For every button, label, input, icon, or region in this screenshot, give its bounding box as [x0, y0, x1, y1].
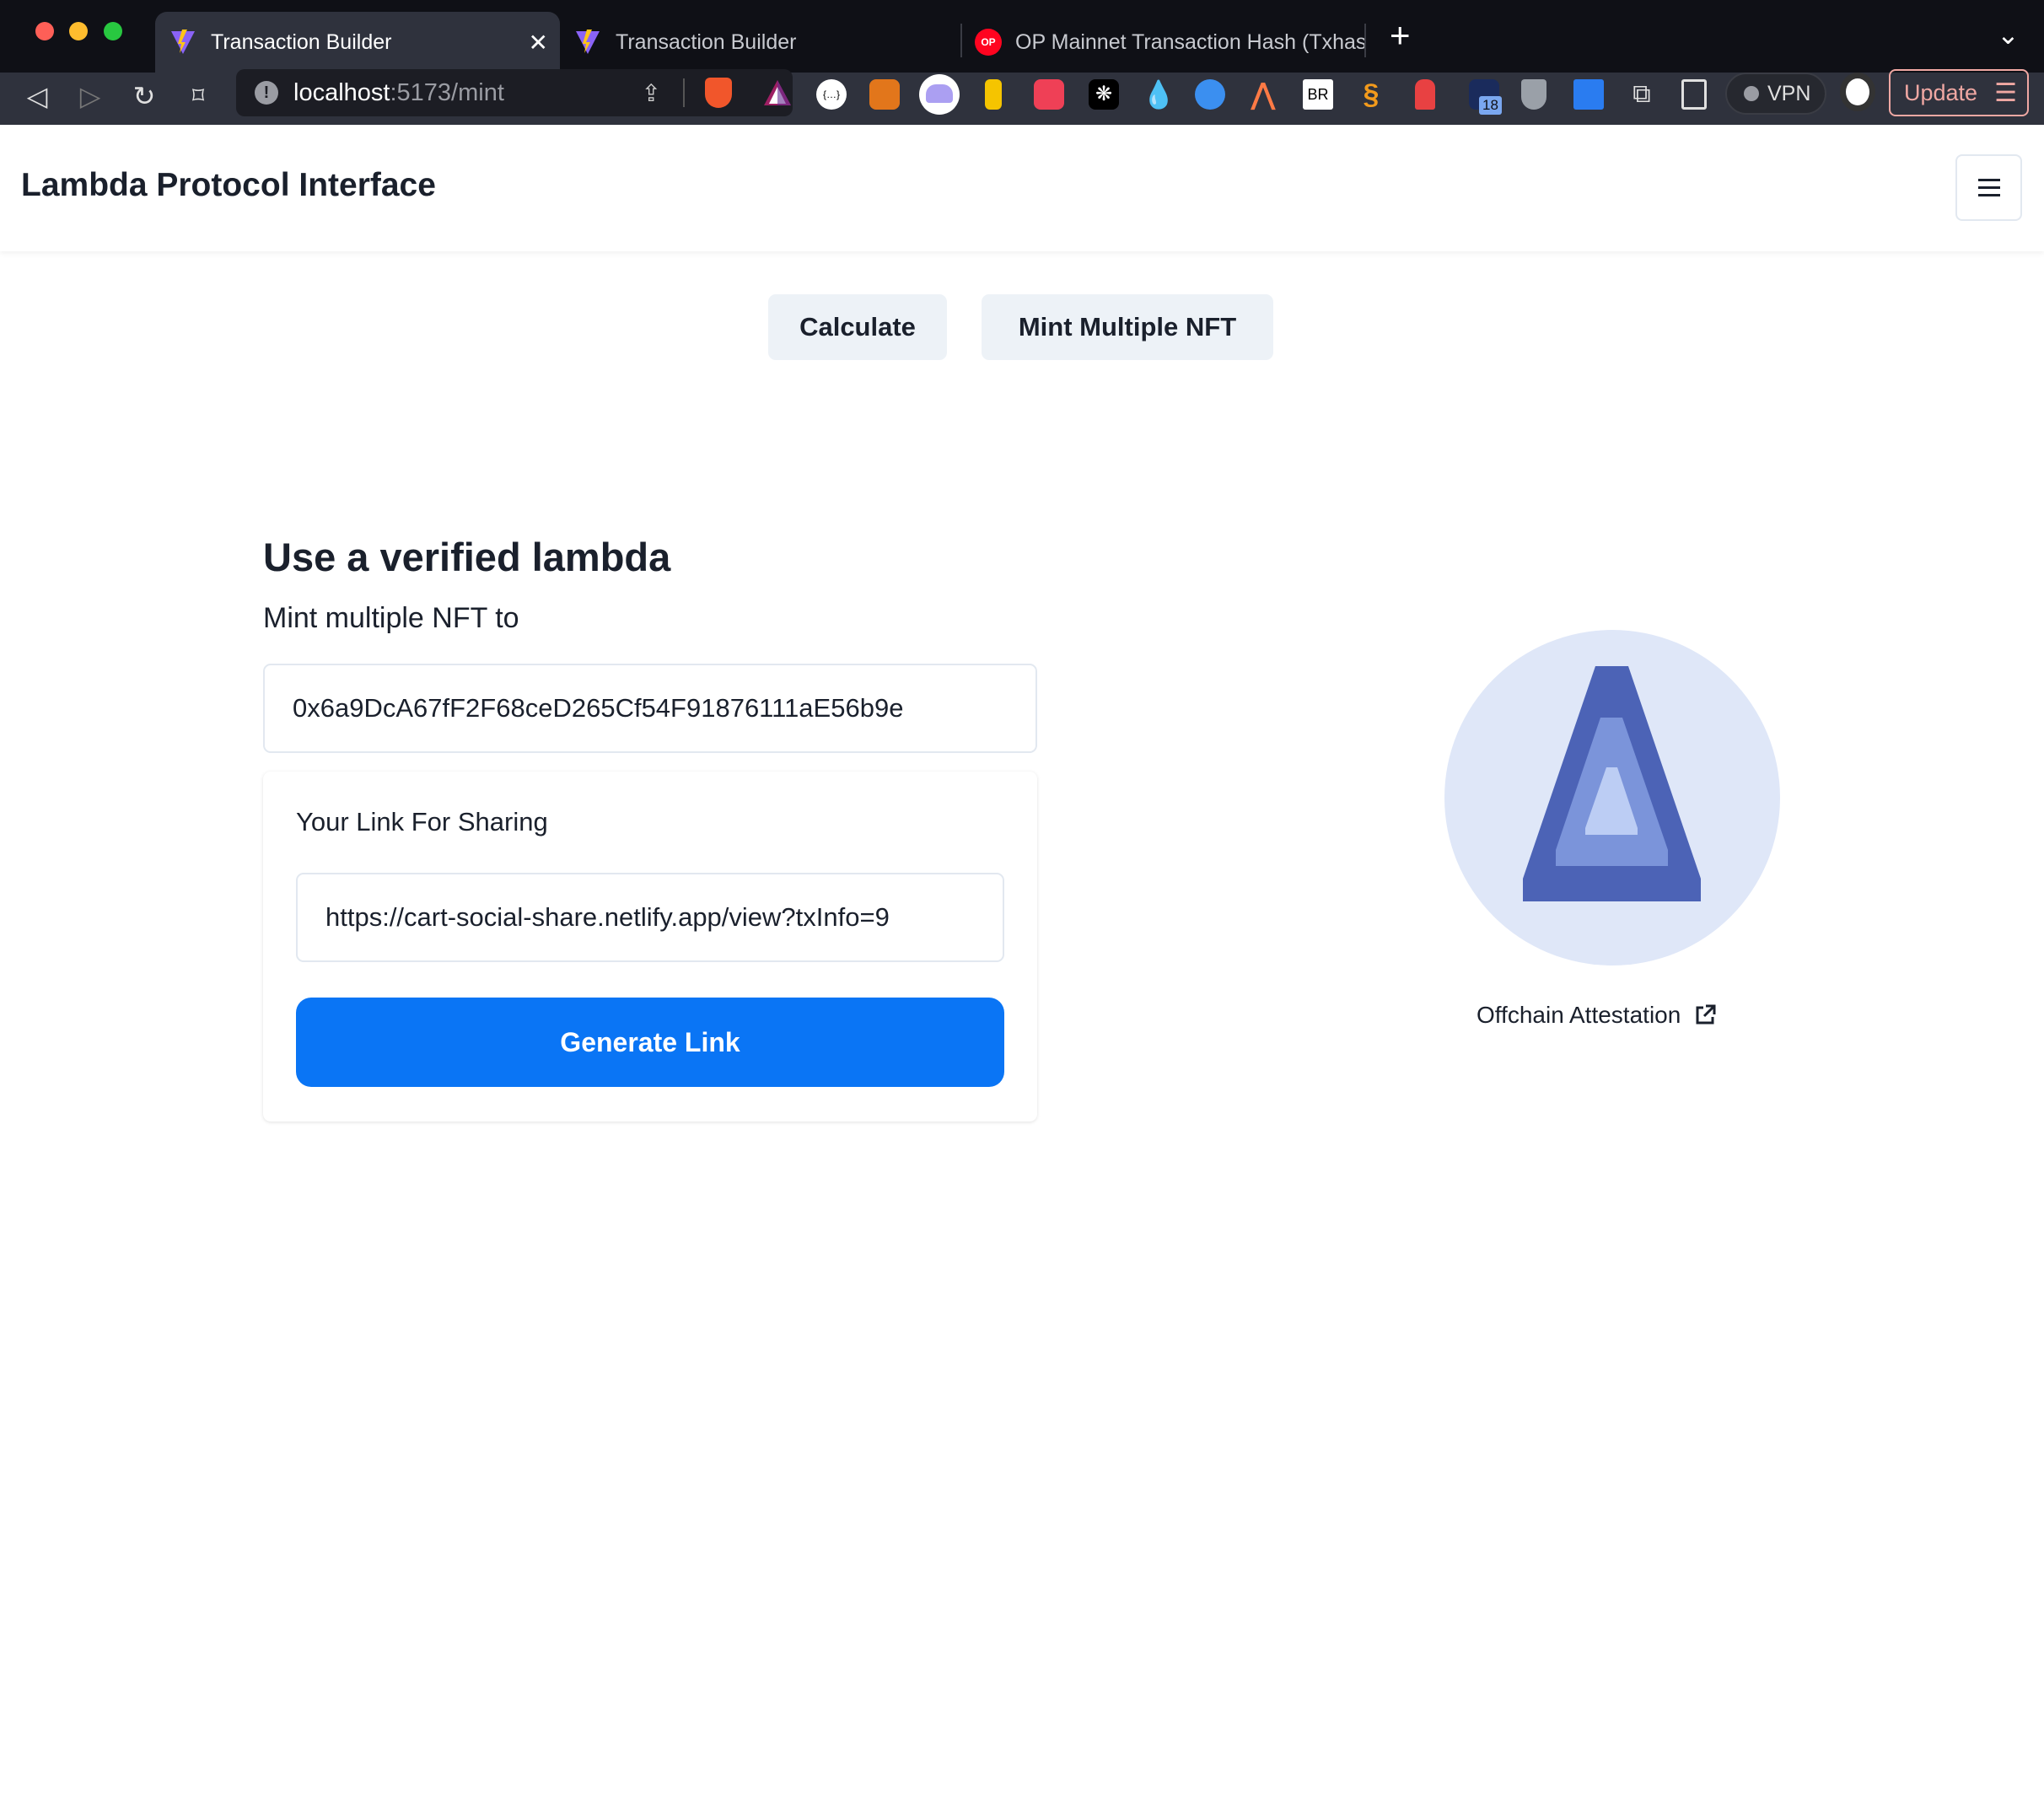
json-icon[interactable]: {…} [816, 79, 847, 110]
tab-op-mainnet[interactable]: OP OP Mainnet Transaction Hash (Txhas [961, 12, 1366, 73]
share-link-label: Your Link For Sharing [296, 807, 548, 836]
maximize-window-button[interactable] [104, 22, 122, 40]
tab-title: OP Mainnet Transaction Hash (Txhas [1015, 30, 1366, 54]
hamburger-icon-line [1977, 194, 2000, 196]
site-info-icon[interactable]: ! [255, 81, 278, 105]
url-path: :5173/mint [390, 78, 504, 106]
external-link-icon [1696, 1004, 1716, 1025]
keyholder-icon[interactable] [985, 79, 1002, 110]
tab-divider [1364, 24, 1366, 57]
share-link-value: https://cart-social-share.netlify.app/vi… [325, 902, 890, 932]
tab-transaction-builder[interactable]: Transaction Builder [560, 12, 960, 73]
extension-badge-count: 18 [1479, 96, 1502, 115]
hamburger-icon-line [1977, 186, 2000, 189]
bookmark-icon[interactable]: ⌑ [181, 79, 215, 113]
spark-icon[interactable]: ⋀ [1248, 79, 1278, 110]
send-icon[interactable] [1573, 79, 1604, 110]
lambda-logo [1444, 630, 1780, 965]
sidebar-icon[interactable] [1681, 79, 1707, 110]
vpn-status-icon [1744, 86, 1759, 101]
swirl-icon[interactable]: § [1356, 79, 1386, 110]
lock-icon[interactable] [1415, 79, 1435, 110]
offchain-attestation-link[interactable]: Offchain Attestation [1477, 1002, 1716, 1029]
shield-icon[interactable] [1521, 79, 1546, 110]
metamask-icon[interactable] [869, 79, 900, 110]
tab-transaction-builder-active[interactable]: Transaction Builder ✕ [155, 12, 560, 73]
recipient-address-value: 0x6a9DcA67fF2F68ceD265Cf54F91876111aE56b… [293, 693, 904, 723]
vpn-button[interactable]: VPN [1725, 73, 1826, 115]
extension-badge-icon[interactable]: 18 [1469, 79, 1502, 115]
brave-rewards-icon[interactable] [762, 78, 793, 107]
section-heading: Use a verified lambda [263, 535, 671, 579]
profile-avatar[interactable] [1840, 73, 1875, 111]
divider [683, 78, 685, 107]
puzzle-icon[interactable]: ⧉ [1627, 79, 1657, 110]
pocket-icon[interactable] [1034, 79, 1064, 110]
reload-button[interactable]: ↻ [127, 79, 161, 113]
back-button[interactable]: ◁ [20, 79, 54, 113]
drop-icon[interactable]: 💧 [1142, 79, 1175, 110]
mint-multiple-nft-button[interactable]: Mint Multiple NFT [982, 294, 1273, 360]
generate-link-button[interactable]: Generate Link [296, 998, 1004, 1087]
url-host: localhost [293, 78, 390, 106]
hamburger-icon [1977, 179, 2000, 181]
tab-title: Transaction Builder [616, 30, 797, 54]
address-bar[interactable]: ! localhost:5173/mint ⇪ [236, 69, 793, 116]
hamburger-menu-button[interactable] [1955, 154, 2022, 221]
vpn-label: VPN [1767, 81, 1811, 105]
offchain-attestation-label: Offchain Attestation [1477, 1002, 1681, 1028]
vite-icon [576, 30, 600, 54]
browser-tab-bar: Transaction Builder ✕ Transaction Builde… [0, 0, 2044, 73]
app-title: Lambda Protocol Interface [21, 167, 436, 203]
minimize-window-button[interactable] [69, 22, 88, 40]
wave-icon[interactable] [1195, 79, 1225, 110]
phantom-icon[interactable] [919, 74, 960, 115]
vite-icon [171, 30, 195, 54]
section-subheading: Mint multiple NFT to [263, 602, 519, 634]
snowflake-icon[interactable]: ❋ [1089, 79, 1119, 110]
close-tab-icon[interactable]: ✕ [529, 29, 548, 56]
app-header: Lambda Protocol Interface [0, 125, 2044, 251]
update-button[interactable]: Update ☰ [1889, 69, 2029, 116]
recipient-address-input[interactable]: 0x6a9DcA67fF2F68ceD265Cf54F91876111aE56b… [263, 664, 1037, 753]
br-icon[interactable]: BR [1303, 79, 1333, 110]
update-label: Update [1904, 79, 1978, 105]
optimism-icon: OP [975, 29, 1002, 56]
share-link-card: Your Link For Sharing https://cart-socia… [263, 772, 1037, 1121]
forward-button[interactable]: ▷ [73, 79, 107, 113]
new-tab-button[interactable]: + [1390, 15, 1411, 56]
menu-icon: ☰ [1994, 78, 2017, 107]
calculate-button[interactable]: Calculate [768, 294, 947, 360]
brave-shield-icon[interactable] [705, 78, 732, 108]
share-link-input[interactable]: https://cart-social-share.netlify.app/vi… [296, 873, 1004, 962]
close-window-button[interactable] [35, 22, 54, 40]
share-icon[interactable]: ⇪ [642, 79, 661, 107]
tab-list-chevron-icon[interactable]: ⌄ [1997, 19, 2020, 51]
tab-title: Transaction Builder [211, 30, 392, 54]
